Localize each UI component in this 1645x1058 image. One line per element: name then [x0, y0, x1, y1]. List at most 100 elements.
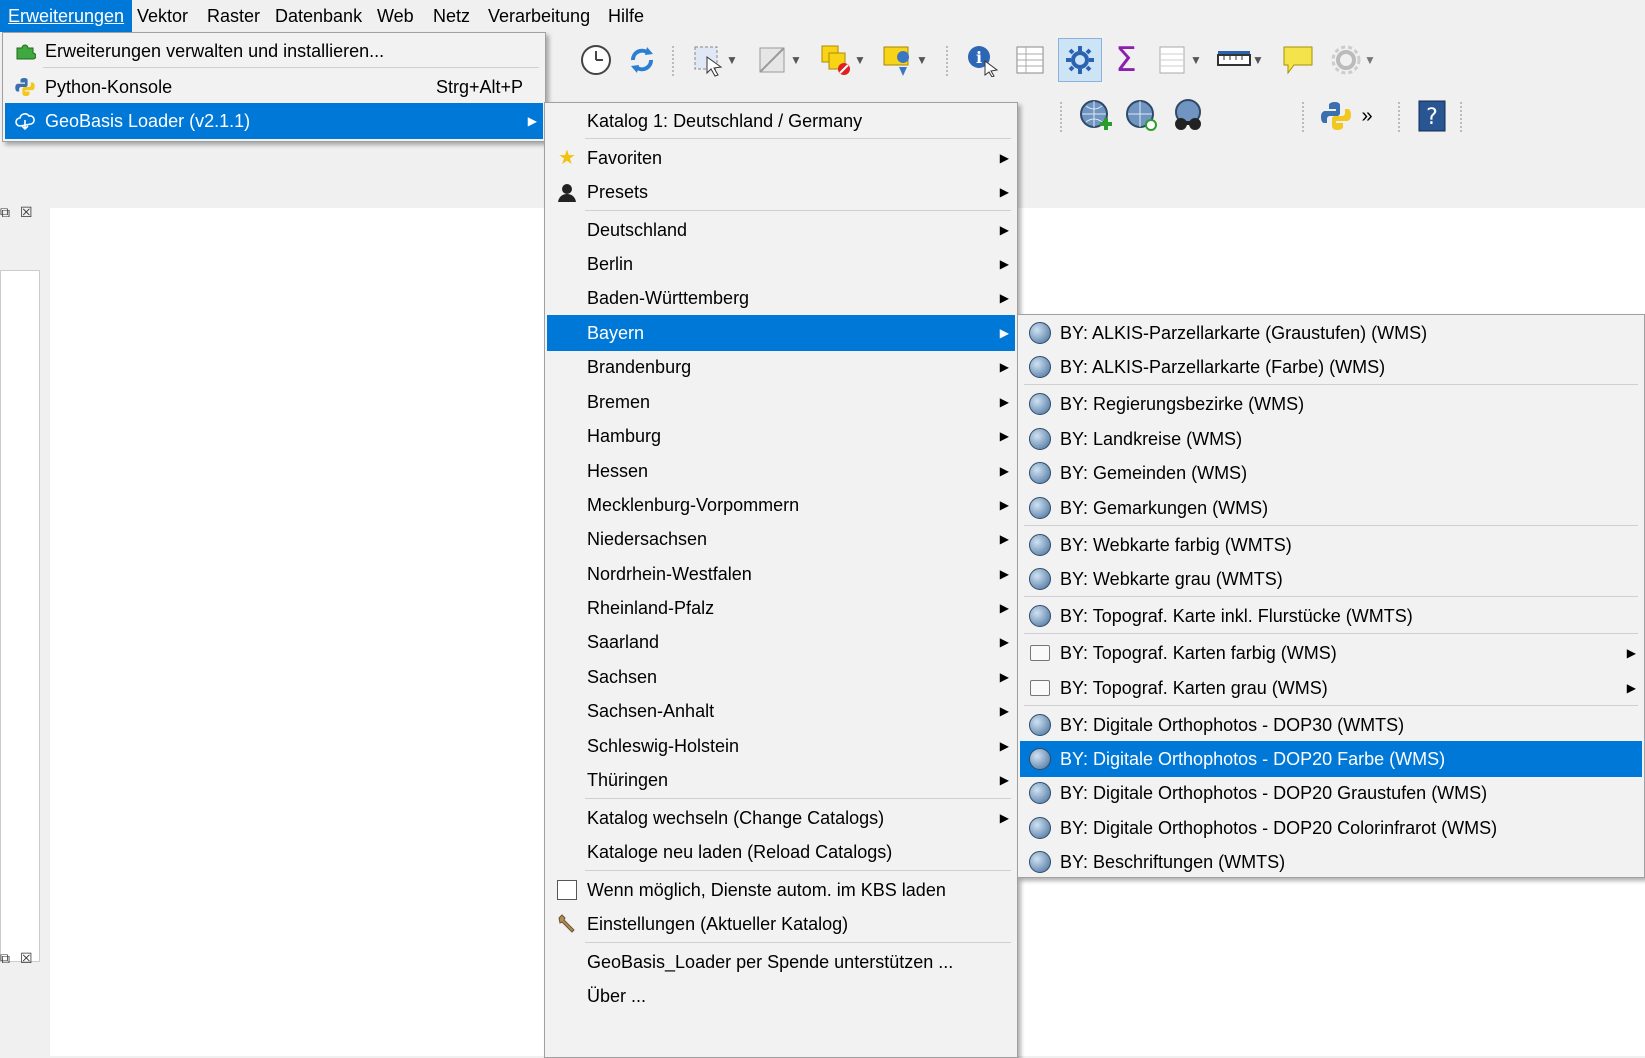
- menu-item-change-catalogs[interactable]: Katalog wechseln (Change Catalogs) ▶: [547, 800, 1015, 836]
- menu-item-label: BY: Topograf. Karte inkl. Flurstücke (WM…: [1060, 606, 1413, 626]
- menu-item-by-gemeinden[interactable]: BY: Gemeinden (WMS): [1020, 455, 1642, 491]
- toolbar-grip[interactable]: [946, 46, 954, 76]
- chevron-down-icon[interactable]: ▼: [850, 40, 870, 80]
- menu-item-by-regierungsbezirke[interactable]: BY: Regierungsbezirke (WMS): [1020, 386, 1642, 422]
- menu-item-by-dop30[interactable]: BY: Digitale Orthophotos - DOP30 (WMTS): [1020, 707, 1642, 743]
- chevron-down-icon[interactable]: ▼: [1248, 40, 1268, 80]
- menu-hilfe[interactable]: Hilfe: [600, 0, 652, 32]
- menu-item-reload-catalogs[interactable]: Kataloge neu laden (Reload Catalogs): [547, 834, 1015, 870]
- menu-item-bremen[interactable]: Bremen ▶: [547, 384, 1015, 420]
- submenu-arrow-icon: ▶: [527, 114, 537, 128]
- settings-icon[interactable]: [1058, 38, 1102, 82]
- menu-item-python-console[interactable]: Python-Konsole Strg+Alt+P: [5, 69, 543, 105]
- clock-icon[interactable]: [576, 40, 616, 80]
- menu-item-label: Hessen: [587, 461, 649, 481]
- menu-item-berlin[interactable]: Berlin ▶: [547, 246, 1015, 282]
- identify-icon[interactable]: i: [962, 40, 1002, 80]
- menu-item-settings[interactable]: Einstellungen (Aktueller Katalog): [547, 906, 1015, 942]
- menu-item-by-webkarte-farbig[interactable]: BY: Webkarte farbig (WMTS): [1020, 527, 1642, 563]
- menu-item-bayern[interactable]: Bayern ▶: [547, 315, 1015, 351]
- menu-web[interactable]: Web: [369, 0, 422, 32]
- menu-item-manage-plugins[interactable]: Erweiterungen verwalten und installieren…: [5, 33, 543, 69]
- menu-item-about[interactable]: Über ...: [547, 978, 1015, 1014]
- menu-item-deutschland[interactable]: Deutschland ▶: [547, 212, 1015, 248]
- toolbar-grip[interactable]: [1302, 102, 1310, 132]
- menu-item-label: Schleswig-Holstein: [587, 736, 740, 756]
- toolbar-grip[interactable]: [1060, 102, 1068, 132]
- overflow-chevron-icon[interactable]: »: [1352, 96, 1382, 136]
- menu-item-label: Bremen: [587, 392, 651, 412]
- attribute-table-icon[interactable]: [1010, 40, 1050, 80]
- submenu-arrow-icon: ▶: [999, 151, 1009, 165]
- menu-label: Vektor: [137, 6, 189, 26]
- add-wms-icon[interactable]: [1076, 96, 1116, 136]
- chevron-down-icon[interactable]: ▼: [786, 40, 806, 80]
- menu-item-presets[interactable]: Presets ▶: [547, 174, 1015, 210]
- menu-item-by-gemarkungen[interactable]: BY: Gemarkungen (WMS): [1020, 490, 1642, 526]
- submenu-arrow-icon: ▶: [1626, 646, 1636, 660]
- menu-item-hessen[interactable]: Hessen ▶: [547, 453, 1015, 489]
- close-icon[interactable]: ☒: [20, 950, 33, 967]
- menu-item-nordrhein-westfalen[interactable]: Nordrhein-Westfalen ▶: [547, 556, 1015, 592]
- restore-icon[interactable]: ⧉: [0, 950, 10, 967]
- menu-item-label: BY: Webkarte farbig (WMTS): [1060, 535, 1292, 555]
- menu-item-by-landkreise[interactable]: BY: Landkreise (WMS): [1020, 421, 1642, 457]
- layers-panel[interactable]: [0, 270, 40, 962]
- menu-item-donate[interactable]: GeoBasis_Loader per Spende unterstützen …: [547, 944, 1015, 980]
- menu-netz[interactable]: Netz: [425, 0, 478, 32]
- menu-raster[interactable]: Raster: [199, 0, 268, 32]
- statistics-icon[interactable]: Σ: [1106, 40, 1146, 80]
- menu-item-favoriten[interactable]: ★ Favoriten ▶: [547, 140, 1015, 176]
- globe-icon: [1028, 533, 1052, 557]
- close-icon[interactable]: ☒: [20, 204, 33, 221]
- menu-item-rheinland-pfalz[interactable]: Rheinland-Pfalz ▶: [547, 590, 1015, 626]
- menu-item-by-topograf-farbig[interactable]: BY: Topograf. Karten farbig (WMS) ▶: [1020, 635, 1642, 671]
- menu-verarbeitung[interactable]: Verarbeitung: [480, 0, 598, 32]
- menu-item-by-beschriftungen[interactable]: BY: Beschriftungen (WMTS): [1020, 844, 1642, 880]
- menu-item-mecklenburg-vorpommern[interactable]: Mecklenburg-Vorpommern ▶: [547, 487, 1015, 523]
- menu-item-niedersachsen[interactable]: Niedersachsen ▶: [547, 521, 1015, 557]
- chevron-down-icon[interactable]: ▼: [722, 40, 742, 80]
- tooltip-icon[interactable]: [1278, 40, 1318, 80]
- checkbox-icon[interactable]: [555, 878, 579, 902]
- menu-item-brandenburg[interactable]: Brandenburg ▶: [547, 349, 1015, 385]
- menu-item-by-alkis-farbe[interactable]: BY: ALKIS-Parzellarkarte (Farbe) (WMS): [1020, 349, 1642, 385]
- globe-icon: [1028, 321, 1052, 345]
- submenu-arrow-icon: ▶: [999, 532, 1009, 546]
- menu-item-sachsen[interactable]: Sachsen ▶: [547, 659, 1015, 695]
- toolbar-grip[interactable]: [1398, 102, 1406, 132]
- menu-datenbank[interactable]: Datenbank: [267, 0, 370, 32]
- menu-item-auto-crs[interactable]: Wenn möglich, Dienste autom. im KBS lade…: [547, 872, 1015, 908]
- chevron-down-icon[interactable]: ▼: [912, 40, 932, 80]
- menu-item-schleswig-holstein[interactable]: Schleswig-Holstein ▶: [547, 728, 1015, 764]
- geobasis-icon[interactable]: [1168, 96, 1208, 136]
- help-icon[interactable]: ?: [1412, 96, 1452, 136]
- python-icon[interactable]: [1316, 96, 1356, 136]
- menu-item-label: BY: Topograf. Karten farbig (WMS): [1060, 643, 1337, 663]
- toolbar-grip[interactable]: [1460, 102, 1468, 132]
- menu-item-sachsen-anhalt[interactable]: Sachsen-Anhalt ▶: [547, 693, 1015, 729]
- menu-vektor[interactable]: Vektor: [129, 0, 196, 32]
- chevron-down-icon[interactable]: ▼: [1186, 40, 1206, 80]
- toolbar-grip[interactable]: [672, 46, 680, 76]
- restore-icon[interactable]: ⧉: [0, 204, 10, 221]
- chevron-down-icon[interactable]: ▼: [1360, 40, 1380, 80]
- menu-item-baden-wuerttemberg[interactable]: Baden-Württemberg ▶: [547, 280, 1015, 316]
- refresh-icon[interactable]: [622, 40, 662, 80]
- menu-item-by-topograf-grau[interactable]: BY: Topograf. Karten grau (WMS) ▶: [1020, 670, 1642, 706]
- menu-item-geobasis-loader[interactable]: GeoBasis Loader (v2.1.1) ▶: [5, 103, 543, 139]
- submenu-arrow-icon: ▶: [999, 498, 1009, 512]
- menu-item-by-topograf-flurstuecke[interactable]: BY: Topograf. Karte inkl. Flurstücke (WM…: [1020, 598, 1642, 634]
- menu-item-saarland[interactable]: Saarland ▶: [547, 624, 1015, 660]
- menu-item-label: BY: Digitale Orthophotos - DOP20 Graustu…: [1060, 783, 1488, 803]
- wms-search-icon[interactable]: [1122, 96, 1162, 136]
- menu-item-by-dop20-farbe[interactable]: BY: Digitale Orthophotos - DOP20 Farbe (…: [1020, 741, 1642, 777]
- menu-item-by-dop20-graustufen[interactable]: BY: Digitale Orthophotos - DOP20 Graustu…: [1020, 775, 1642, 811]
- menu-item-by-alkis-grau[interactable]: BY: ALKIS-Parzellarkarte (Graustufen) (W…: [1020, 315, 1642, 351]
- menu-item-thueringen[interactable]: Thüringen ▶: [547, 762, 1015, 798]
- globe-icon: [1028, 355, 1052, 379]
- menu-erweiterungen[interactable]: Erweiterungen: [0, 0, 133, 32]
- menu-item-hamburg[interactable]: Hamburg ▶: [547, 418, 1015, 454]
- menu-item-by-dop20-colorinfrarot[interactable]: BY: Digitale Orthophotos - DOP20 Colorin…: [1020, 810, 1642, 846]
- menu-item-by-webkarte-grau[interactable]: BY: Webkarte grau (WMTS): [1020, 561, 1642, 597]
